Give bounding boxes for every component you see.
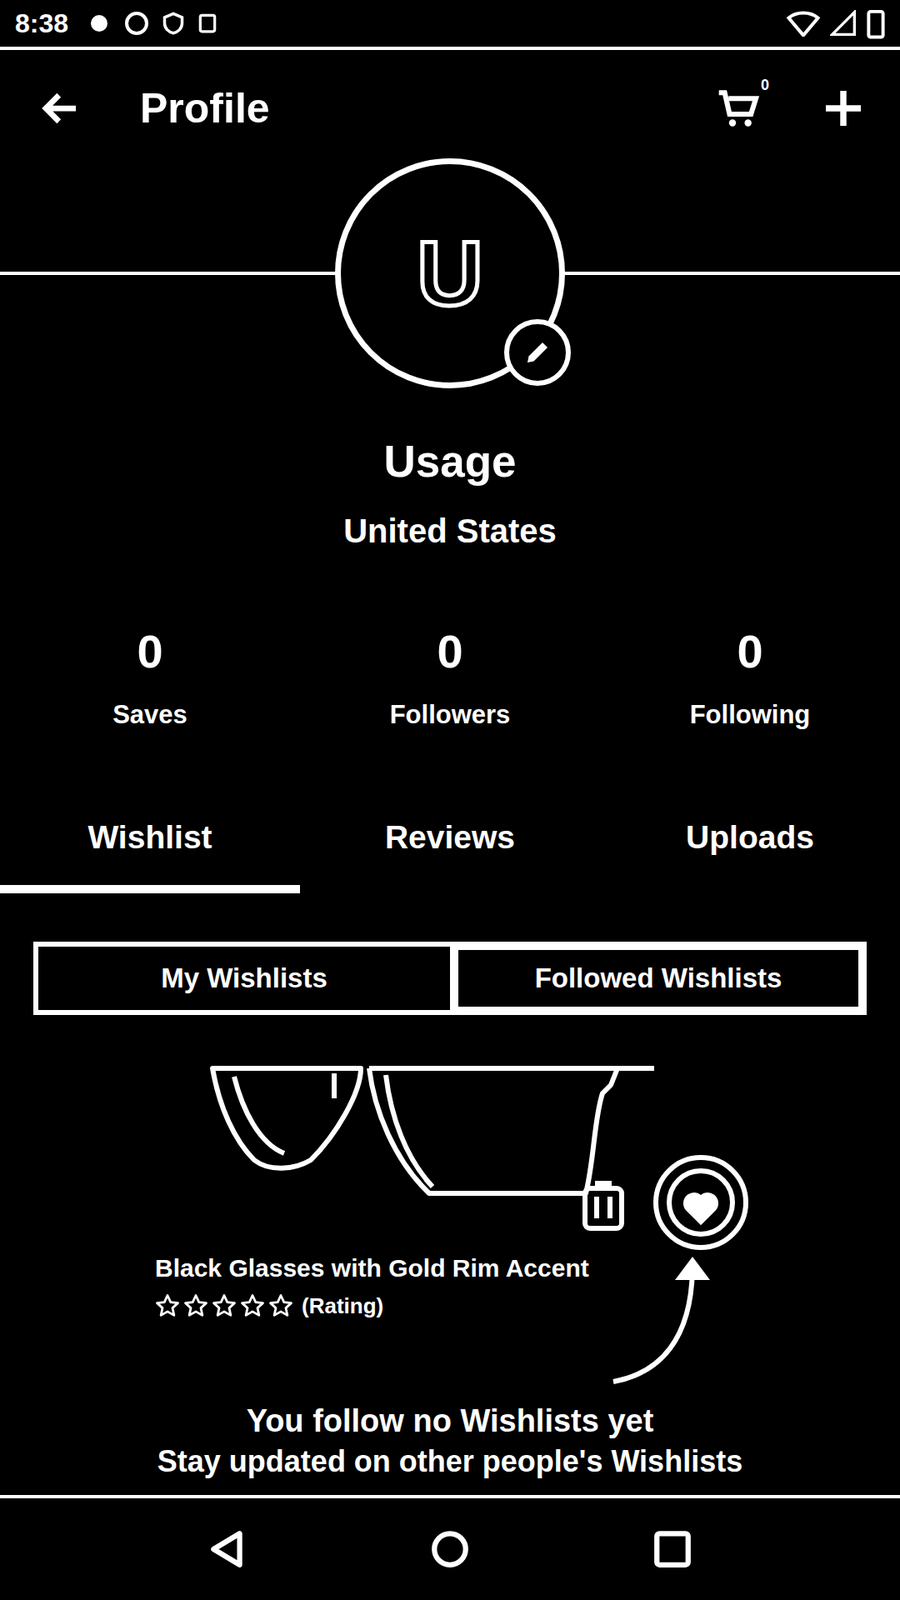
product-caption: Black Glasses with Gold Rim Accent <box>155 1251 900 1285</box>
back-button[interactable] <box>38 85 84 131</box>
star-icon <box>240 1293 265 1319</box>
stat-label: Following <box>690 698 811 732</box>
nav-home-button[interactable] <box>429 1528 471 1570</box>
app-icon <box>123 10 150 37</box>
stat[interactable]: 0 Following <box>600 625 900 732</box>
empty-subtitle: Stay updated on other people's Wishlists <box>0 1443 900 1480</box>
rating-text: (Rating) <box>301 1291 384 1320</box>
stat[interactable]: 0 Followers <box>300 625 600 732</box>
star-icon <box>155 1293 180 1319</box>
triangle-back-icon <box>206 1528 249 1570</box>
back-arrow-icon <box>38 85 84 131</box>
stat-label: Followers <box>390 698 511 732</box>
avatar[interactable]: U <box>335 158 565 389</box>
notification-icon <box>86 10 112 36</box>
profile-location: United States <box>0 510 900 552</box>
tab[interactable]: Uploads <box>600 780 900 894</box>
add-button[interactable] <box>820 85 867 132</box>
star-icon <box>183 1293 209 1319</box>
segment-button[interactable]: My Wishlists <box>38 946 450 1010</box>
nav-recents-button[interactable] <box>651 1528 694 1570</box>
toolbar: Profile 0 <box>0 50 900 167</box>
battery-icon <box>866 7 885 40</box>
status-bar: 8:38 <box>0 0 900 50</box>
edit-avatar-button[interactable] <box>504 319 571 386</box>
rating-row: (Rating) <box>155 1291 900 1320</box>
square-recents-icon <box>651 1528 694 1570</box>
stat-label: Saves <box>112 698 188 732</box>
glasses-icon <box>209 1065 655 1207</box>
cart-button[interactable]: 0 <box>715 85 762 132</box>
stats-row: 0 Saves 0 Followers 0 Following <box>0 625 900 732</box>
stat[interactable]: 0 Saves <box>0 625 300 732</box>
status-time: 8:38 <box>15 8 69 40</box>
segment-button[interactable]: Followed Wishlists <box>450 946 862 1010</box>
nav-back-button[interactable] <box>206 1528 249 1570</box>
wifi-icon <box>786 10 820 37</box>
segmented-control: My WishlistsFollowed Wishlists <box>33 941 867 1015</box>
empty-title: You follow no Wishlists yet <box>0 1401 900 1440</box>
cart-icon <box>715 85 762 132</box>
empty-illustration: Black Glasses with Gold Rim Accent (Ratin… <box>0 1065 900 1320</box>
stat-value: 0 <box>736 625 763 679</box>
tab-bar: WishlistReviewsUploads <box>0 780 900 894</box>
navigation-bar <box>0 1495 900 1600</box>
star-icon <box>211 1293 237 1319</box>
plus-icon <box>820 85 867 132</box>
tab[interactable]: Wishlist <box>0 780 300 894</box>
stat-value: 0 <box>436 625 463 679</box>
avatar-initial: U <box>416 227 483 320</box>
toolbar-title: Profile <box>140 83 270 134</box>
stat-value: 0 <box>136 625 163 679</box>
star-icon <box>268 1293 294 1319</box>
signal-icon <box>830 10 857 37</box>
tab[interactable]: Reviews <box>300 780 600 894</box>
circle-home-icon <box>429 1528 471 1570</box>
profile-screen: 8:38 Profile 0 U Usage United States 0 Saves 0 Fo… <box>0 0 900 1600</box>
sd-card-icon <box>196 10 219 37</box>
cart-badge: 0 <box>756 76 774 94</box>
profile-name: Usage <box>0 435 900 489</box>
pencil-icon <box>522 337 553 368</box>
heart-arrow-icon <box>575 1140 759 1440</box>
shield-icon <box>161 10 185 37</box>
